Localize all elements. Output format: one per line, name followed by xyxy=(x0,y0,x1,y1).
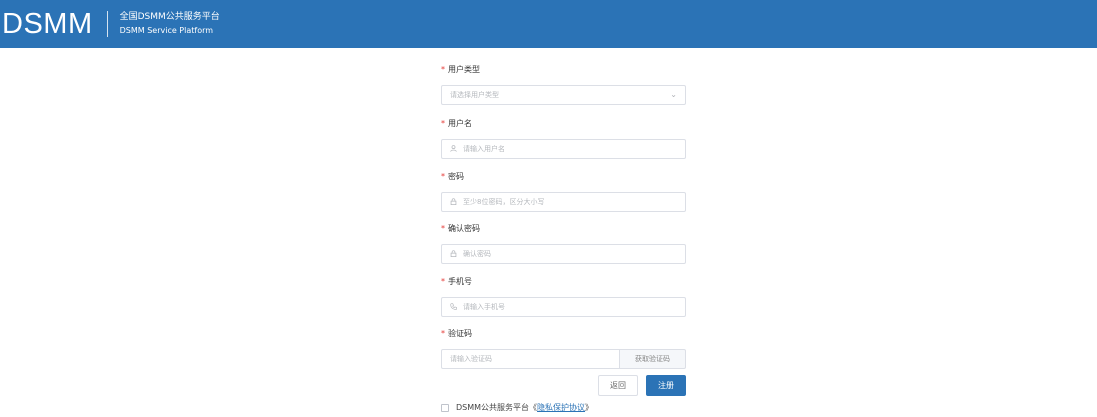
get-code-button[interactable]: 获取验证码 xyxy=(620,349,686,369)
user-type-select[interactable]: 请选择用户类型 ⌄ xyxy=(441,85,686,105)
verify-code-input[interactable]: 请输入验证码 xyxy=(441,349,620,369)
header-divider xyxy=(106,11,108,37)
verify-code-row: 请输入验证码 获取验证码 xyxy=(441,349,686,369)
agreement-row: DSMM公共服务平台 《 隐私保护协议 》 xyxy=(441,402,593,413)
chevron-down-icon: ⌄ xyxy=(670,90,677,99)
user-type-field: * 用户类型 请选择用户类型 ⌄ xyxy=(441,64,686,105)
required-mark: * xyxy=(441,119,445,128)
platform-title-cn: 全国DSMM公共服务平台 xyxy=(119,12,220,22)
phone-placeholder: 请输入手机号 xyxy=(463,303,505,311)
confirm-password-placeholder: 确认密码 xyxy=(463,250,491,258)
verify-code-label: * 验证码 xyxy=(441,329,472,338)
agreement-checkbox[interactable] xyxy=(441,403,449,412)
lock-icon xyxy=(450,197,457,207)
platform-title: 全国DSMM公共服务平台 DSMM Service Platform xyxy=(120,11,220,37)
required-mark: * xyxy=(441,224,445,233)
form-actions: 返回 注册 xyxy=(598,375,686,396)
agreement-bracket-close: 》 xyxy=(585,403,594,412)
required-mark: * xyxy=(441,329,445,338)
required-mark: * xyxy=(441,172,445,181)
user-type-label: * 用户类型 xyxy=(441,65,480,74)
register-button[interactable]: 注册 xyxy=(646,375,686,396)
verify-code-placeholder: 请输入验证码 xyxy=(450,355,492,363)
password-label: * 密码 xyxy=(441,172,464,181)
phone-icon xyxy=(450,302,457,312)
agreement-bracket-open: 《 xyxy=(529,403,538,412)
logo[interactable]: DSMM xyxy=(2,9,93,39)
phone-input[interactable]: 请输入手机号 xyxy=(441,297,686,317)
phone-field: * 手机号 请输入手机号 xyxy=(441,276,686,317)
back-button[interactable]: 返回 xyxy=(598,375,638,396)
password-field: * 密码 至少8位密码，区分大小写 xyxy=(441,171,686,212)
user-type-placeholder: 请选择用户类型 xyxy=(450,91,499,99)
required-mark: * xyxy=(441,65,445,74)
username-input[interactable]: 请输入用户名 xyxy=(441,139,686,159)
lock-icon xyxy=(450,249,457,259)
username-field: * 用户名 请输入用户名 xyxy=(441,118,686,159)
agreement-text: DSMM公共服务平台 xyxy=(456,403,530,412)
verify-code-field: * 验证码 请输入验证码 获取验证码 xyxy=(441,328,686,369)
required-mark: * xyxy=(441,277,445,286)
platform-title-en: DSMM Service Platform xyxy=(119,26,214,35)
privacy-policy-link[interactable]: 隐私保护协议 xyxy=(537,402,585,413)
username-placeholder: 请输入用户名 xyxy=(463,145,505,153)
confirm-password-label: * 确认密码 xyxy=(441,224,480,233)
phone-label: * 手机号 xyxy=(441,277,472,286)
header-bar: DSMM 全国DSMM公共服务平台 DSMM Service Platform xyxy=(0,0,1097,48)
confirm-password-input[interactable]: 确认密码 xyxy=(441,244,686,264)
password-placeholder: 至少8位密码，区分大小写 xyxy=(463,198,545,206)
confirm-password-field: * 确认密码 确认密码 xyxy=(441,223,686,264)
username-label: * 用户名 xyxy=(441,119,472,128)
user-icon xyxy=(450,144,457,154)
password-input[interactable]: 至少8位密码，区分大小写 xyxy=(441,192,686,212)
